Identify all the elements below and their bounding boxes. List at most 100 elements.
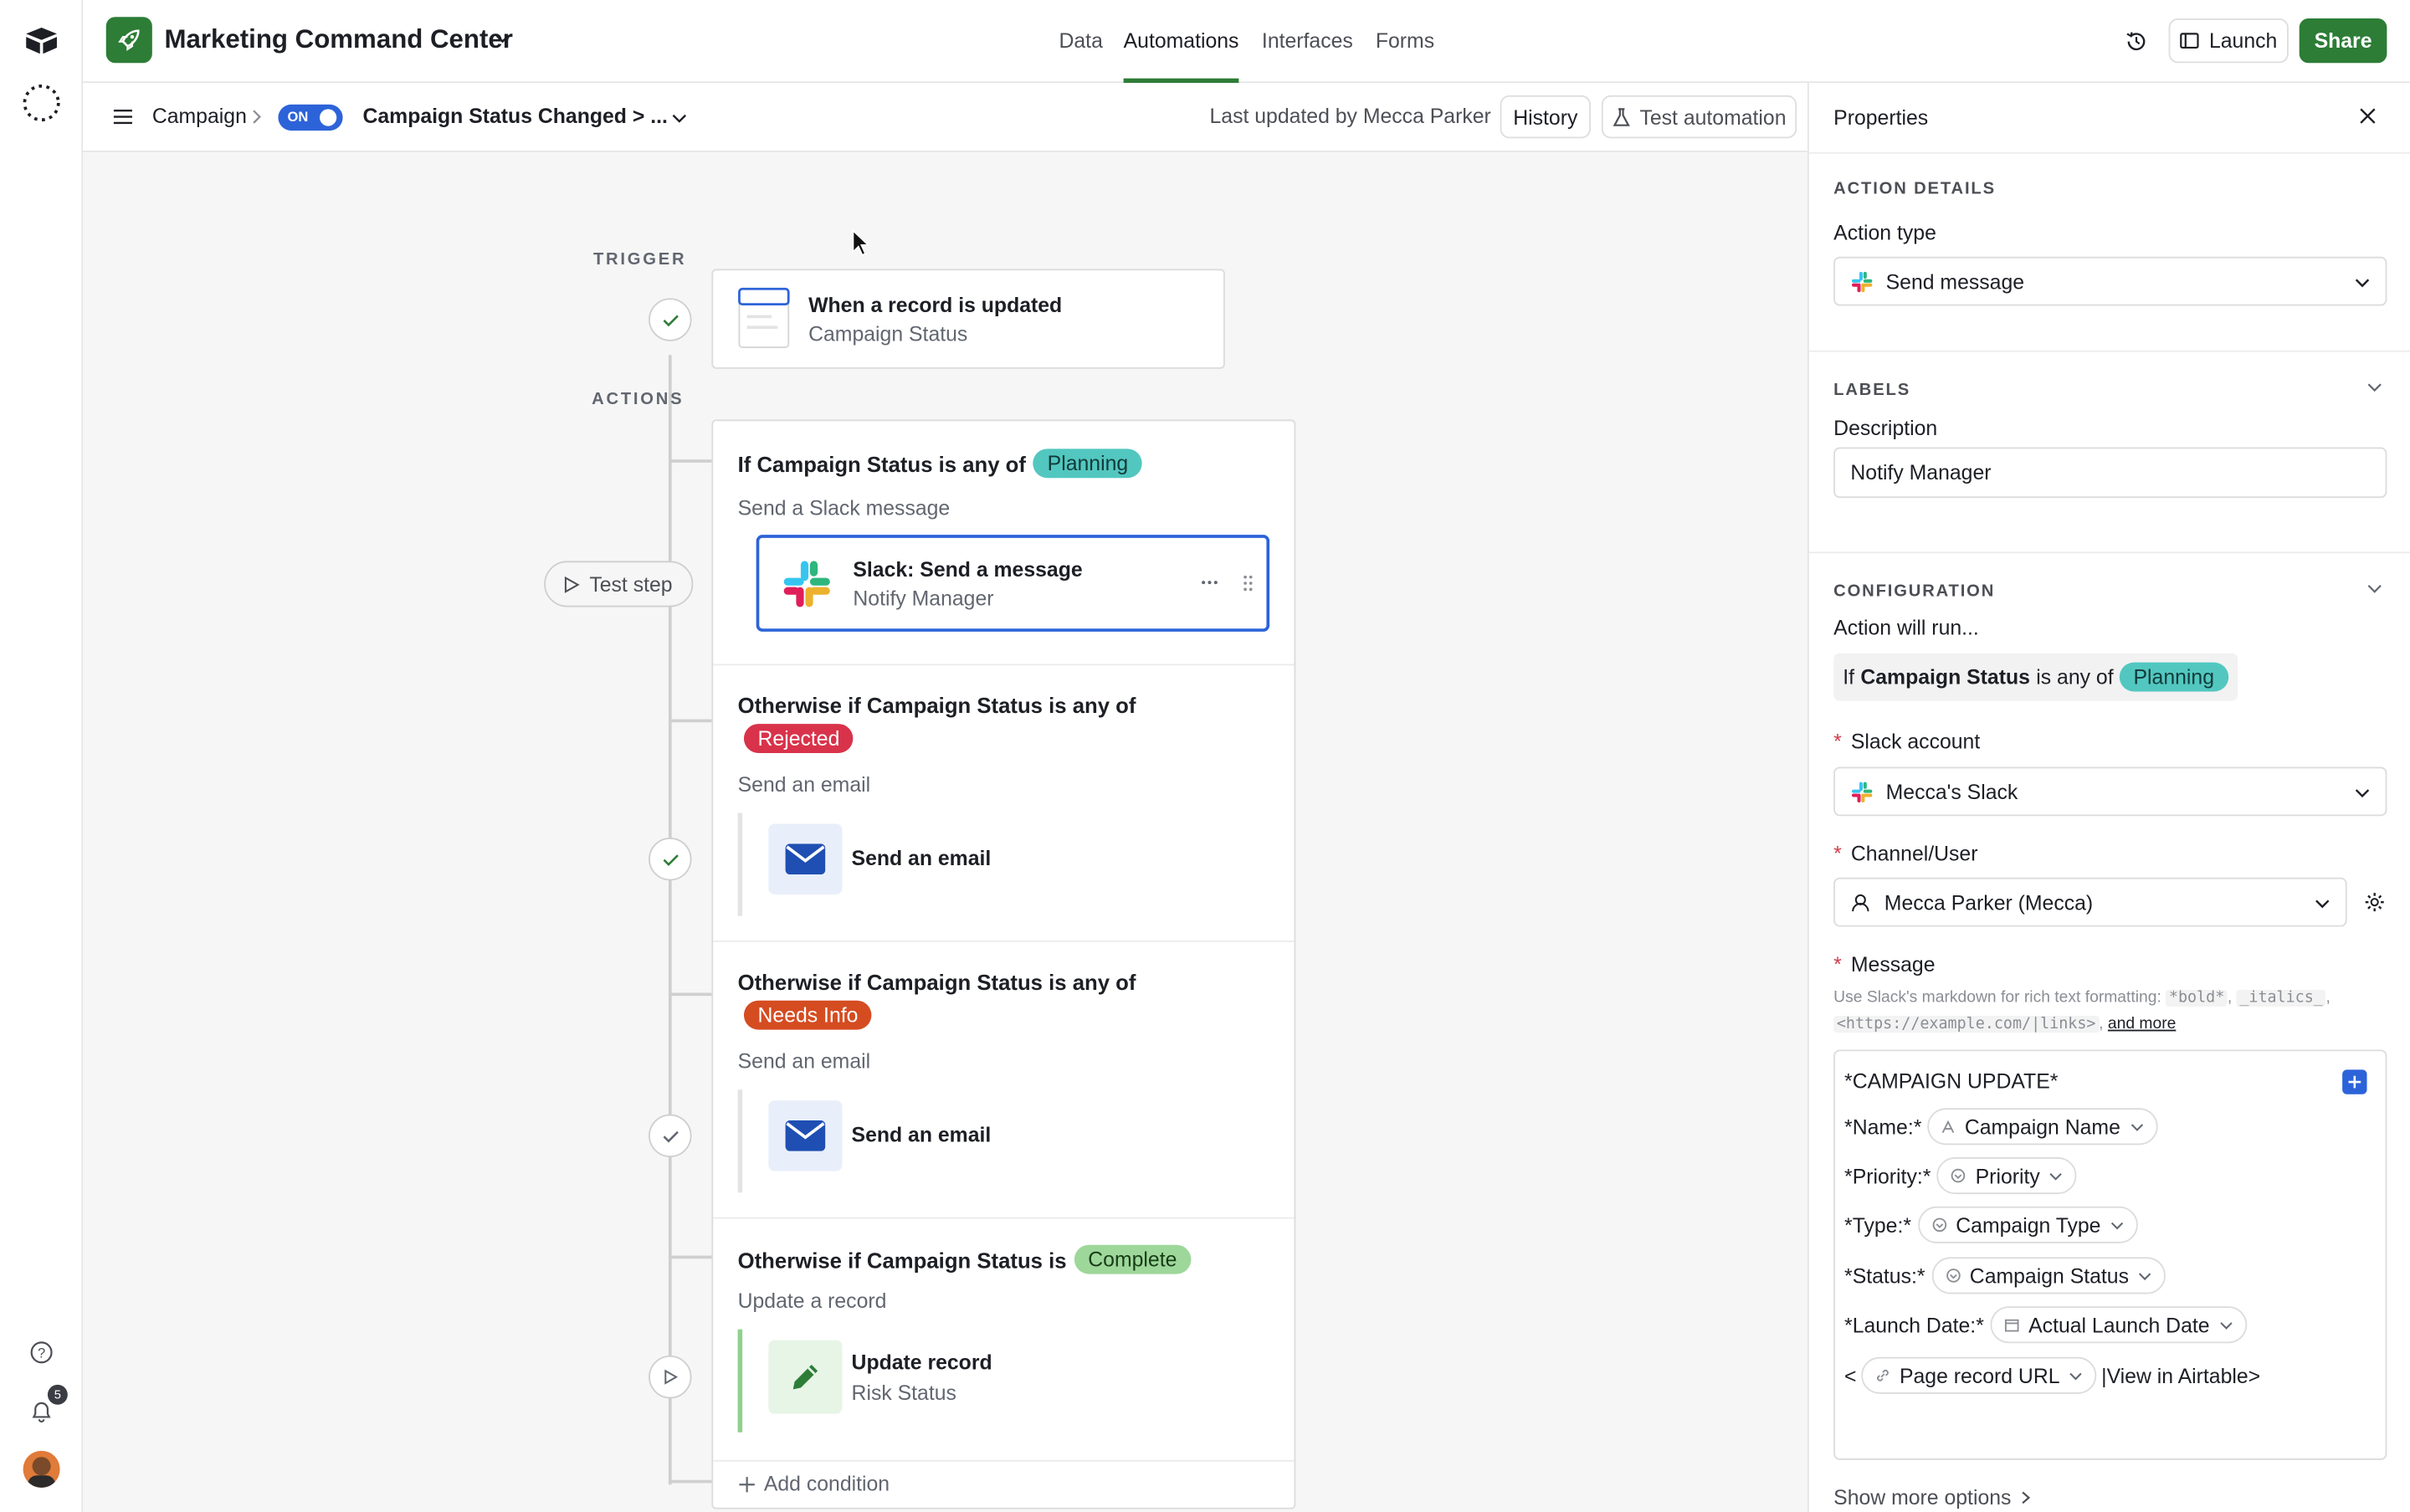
branch-condition[interactable]: If Campaign Status is any of Planning: [738, 448, 1142, 479]
configuration-collapse-chevron-icon[interactable]: [2367, 582, 2382, 595]
branch-condition-text[interactable]: Otherwise if Campaign Status is any of: [738, 970, 1136, 994]
branch-connector: [668, 459, 712, 463]
slack-logo-icon: [781, 558, 833, 610]
field-token[interactable]: Campaign Type: [1917, 1206, 2138, 1243]
automation-name[interactable]: Campaign Status Changed > ...: [362, 105, 667, 128]
automation-chevron-down-icon[interactable]: [672, 112, 687, 125]
field-token[interactable]: Campaign Name: [1927, 1108, 2157, 1146]
add-condition-button[interactable]: Add condition: [738, 1472, 890, 1496]
field-token-label: Campaign Status: [1969, 1263, 2130, 1288]
help-text-intro: Use Slack's markdown for rich text forma…: [1833, 987, 2161, 1007]
add-condition-label: Add condition: [763, 1472, 890, 1496]
help-icon[interactable]: ?: [29, 1340, 54, 1365]
tab-interfaces[interactable]: Interfaces: [1262, 29, 1353, 53]
action-title[interactable]: Send an email: [852, 847, 992, 870]
message-help-text: Use Slack's markdown for rich text forma…: [1833, 987, 2331, 1033]
channel-label-text: Channel/User: [1850, 842, 1978, 866]
insert-field-plus-icon[interactable]: [2342, 1069, 2367, 1094]
branch-condition-text[interactable]: Otherwise if Campaign Status is any of: [738, 693, 1136, 717]
help-bold-example: *bold*: [2166, 990, 2228, 1007]
user-avatar[interactable]: [23, 1450, 60, 1488]
branch-divider: [713, 664, 1295, 666]
launch-button[interactable]: Launch: [2168, 18, 2289, 64]
play-icon: [565, 575, 581, 592]
hamburger-menu-icon[interactable]: [112, 108, 134, 126]
branch-condition-text: Otherwise if Campaign Status is: [737, 1247, 1067, 1272]
message-label-text: Message: [1850, 952, 1936, 976]
tab-forms[interactable]: Forms: [1376, 29, 1434, 53]
single-select-icon: [1931, 1217, 1946, 1233]
action-title[interactable]: Update record: [852, 1351, 992, 1374]
channel-settings-gear-icon[interactable]: [2364, 891, 2386, 913]
notification-badge: 5: [47, 1384, 68, 1405]
share-button[interactable]: Share: [2299, 18, 2387, 64]
automation-canvas: TRIGGER When a record is updated Campaig…: [83, 151, 1808, 1512]
slack-account-label-text: Slack account: [1850, 730, 1981, 753]
branch-divider: [713, 1217, 1295, 1219]
condition-prefix: If: [1843, 665, 1855, 689]
trigger-heading: TRIGGER: [592, 250, 687, 269]
status-pill: Complete: [1074, 1244, 1191, 1274]
description-input[interactable]: Notify Manager: [1833, 447, 2387, 499]
svg-text:?: ?: [38, 1345, 45, 1361]
rocket-icon[interactable]: [105, 17, 152, 64]
notifications-bell-icon[interactable]: [29, 1398, 54, 1422]
action-will-run-label: Action will run...: [1833, 616, 1979, 640]
action-type-select[interactable]: Send message: [1833, 256, 2387, 306]
automation-on-toggle[interactable]: ON: [278, 104, 343, 131]
message-row-label: *Priority:*: [1844, 1164, 1931, 1187]
slack-account-select[interactable]: Mecca's Slack: [1833, 766, 2387, 817]
field-token[interactable]: Page record URL: [1861, 1356, 2097, 1394]
action-title: Slack: Send a message: [853, 557, 1083, 582]
base-name[interactable]: Marketing Command Center: [165, 24, 513, 55]
branch-connector: [668, 719, 712, 723]
workspace-loading-icon[interactable]: [22, 83, 62, 123]
branch-condition[interactable]: Otherwise if Campaign Status is Complete: [737, 1244, 1191, 1274]
chevron-down-icon: [2315, 900, 2330, 909]
tab-automations[interactable]: Automations: [1124, 29, 1239, 53]
field-token-label: Priority: [1975, 1164, 2040, 1187]
flask-icon: [1613, 107, 1630, 126]
branch-connector: [668, 1479, 712, 1484]
message-editor[interactable]: *CAMPAIGN UPDATE* *Name:* Campaign Name …: [1833, 1049, 2387, 1460]
field-token[interactable]: Actual Launch Date: [1990, 1306, 2247, 1344]
base-menu-chevron-down-icon[interactable]: [495, 33, 510, 45]
history-clock-icon[interactable]: [2124, 29, 2148, 54]
chevron-down-icon: [2130, 1123, 2143, 1130]
timeline-line: [668, 355, 672, 1485]
action-type-value: Send message: [1885, 269, 2025, 293]
run-condition-summary: If Campaign Status is any of Planning: [1833, 653, 2238, 701]
message-row: *Name:* Campaign Name: [1844, 1108, 2157, 1146]
action-title[interactable]: Send an email: [852, 1124, 992, 1147]
show-more-options-button[interactable]: Show more options: [1833, 1486, 2030, 1509]
drag-handle-icon[interactable]: [1243, 575, 1253, 592]
slack-action-card[interactable]: Slack: Send a message Notify Manager: [756, 535, 1270, 632]
step-run-play-icon[interactable]: [649, 1355, 692, 1399]
labels-collapse-chevron-icon[interactable]: [2367, 382, 2382, 394]
action-rail: [737, 1329, 743, 1433]
help-more-link[interactable]: and more: [2108, 1014, 2176, 1033]
breadcrumb-chevron-right-icon: [252, 109, 263, 124]
more-options-icon[interactable]: [1200, 579, 1218, 585]
chevron-down-icon: [2110, 1221, 2123, 1229]
branch-divider: [713, 1459, 1295, 1462]
breadcrumb-table[interactable]: Campaign: [152, 105, 247, 128]
history-button[interactable]: History: [1500, 95, 1591, 139]
field-token[interactable]: Priority: [1936, 1157, 2077, 1195]
pencil-edit-icon: [768, 1340, 843, 1414]
airtable-logo-icon[interactable]: [23, 24, 60, 55]
tab-data[interactable]: Data: [1059, 29, 1102, 53]
chevron-down-icon: [2355, 279, 2370, 288]
field-token[interactable]: Campaign Status: [1931, 1257, 2166, 1294]
url-prefix: <: [1844, 1364, 1857, 1387]
condition-field: Campaign Status: [1860, 665, 2030, 689]
top-header: Marketing Command Center Data Automation…: [83, 0, 2410, 84]
channel-user-select[interactable]: Mecca Parker (Mecca): [1833, 877, 2347, 927]
properties-title: Properties: [1833, 105, 1929, 130]
trigger-card[interactable]: When a record is updated Campaign Status: [711, 269, 1225, 369]
close-icon[interactable]: [2359, 108, 2376, 125]
test-step-button[interactable]: Test step: [544, 561, 694, 607]
help-italics-example: _italics_: [2236, 990, 2326, 1007]
test-automation-button[interactable]: Test automation: [1601, 95, 1797, 139]
branch-divider: [713, 941, 1295, 942]
